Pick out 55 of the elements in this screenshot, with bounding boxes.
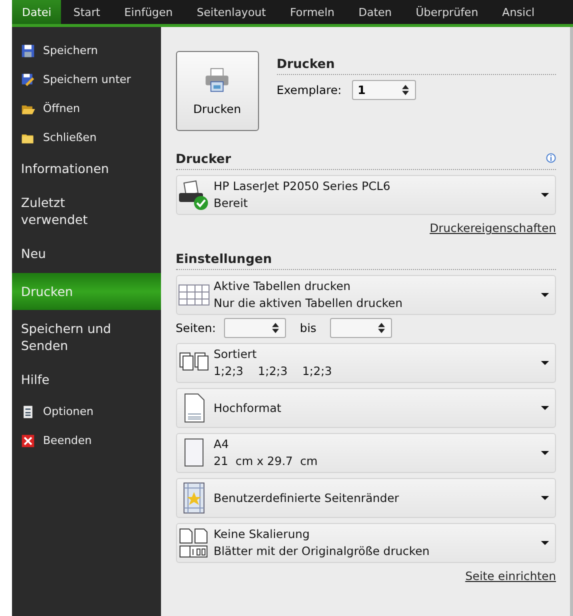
dropdown-caret-icon <box>541 293 549 297</box>
spinner-arrows-icon <box>378 322 386 334</box>
floppy-pencil-icon <box>21 72 35 86</box>
setting-dropdown[interactable]: Aktive Tabellen drucken Nur die aktiven Tabellen drucken <box>176 275 556 315</box>
dropdown-caret-icon <box>541 406 549 410</box>
copies-label: Exemplare: <box>276 83 342 97</box>
spinner-arrows-icon <box>402 84 409 96</box>
menu-item[interactable]: Neu <box>12 237 161 271</box>
ribbon-tab[interactable]: Einfügen <box>112 0 185 24</box>
setting-dropdown[interactable]: Keine Skalierung Blätter mit der Originalgröße drucken <box>176 523 556 563</box>
menu-item[interactable]: Öffnen <box>12 94 161 123</box>
setting-dropdown[interactable]: Benutzerdefinierte Seitenränder <box>176 478 556 518</box>
printer-dropdown[interactable]: HP LaserJet P2050 Series PCL6 Bereit <box>176 175 556 215</box>
info-icon[interactable] <box>546 153 556 163</box>
pages-label: Seiten: <box>176 321 216 335</box>
spinner-arrows-icon <box>272 322 279 334</box>
setting-dropdown[interactable]: Hochformat <box>176 388 556 428</box>
ribbon-tab[interactable]: Seitenlayout <box>184 0 278 24</box>
dropdown-caret-icon <box>541 451 549 455</box>
page-setup-link[interactable]: Seite einrichten <box>465 569 556 583</box>
ribbon-tab[interactable]: Start <box>61 0 112 24</box>
ribbon-tab[interactable]: Ansicl <box>490 0 547 24</box>
dropdown-caret-icon <box>541 193 549 197</box>
dropdown-caret-icon <box>541 541 549 545</box>
print-button[interactable]: Drucken <box>176 51 259 131</box>
printer-properties-link[interactable]: Druckereigenschaften <box>430 221 556 235</box>
printer-ready-icon <box>178 179 210 211</box>
copies-spinner[interactable]: 1 <box>352 80 416 100</box>
menu-item[interactable]: Speichern und Senden <box>12 312 161 363</box>
menu-item[interactable]: Beenden <box>12 426 161 455</box>
ribbon-tab[interactable]: Daten <box>346 0 404 24</box>
setting-dropdown[interactable]: A4 21 cm x 29.7 cm <box>176 433 556 473</box>
page-from-spinner[interactable] <box>224 318 286 338</box>
page-pair-icon <box>178 527 210 559</box>
printer-icon <box>203 66 232 94</box>
section-heading: Einstellungen <box>176 250 273 268</box>
setting-dropdown[interactable]: Sortiert 1;2;3 1;2;3 1;2;3 <box>176 343 556 383</box>
menu-item[interactable]: Informationen <box>12 152 161 186</box>
page-to-spinner[interactable] <box>330 318 392 338</box>
section-heading: Drucker <box>176 150 232 168</box>
menu-item[interactable]: Speichern unter <box>12 65 161 94</box>
menu-item[interactable]: Speichern <box>12 36 161 65</box>
menu-item[interactable]: Schließen <box>12 123 161 152</box>
dropdown-caret-icon <box>541 361 549 365</box>
menu-item[interactable]: Optionen <box>12 397 161 426</box>
ribbon-tab[interactable]: Formeln <box>278 0 346 24</box>
close-icon <box>21 434 35 448</box>
to-label: bis <box>300 321 316 335</box>
document-icon <box>21 404 35 418</box>
section-heading: Drucken <box>276 55 336 73</box>
ribbon-tab[interactable]: Überprüfen <box>404 0 490 24</box>
dropdown-caret-icon <box>541 496 549 500</box>
menu-item[interactable]: Hilfe <box>12 363 161 397</box>
ribbon-tab[interactable]: Datei <box>12 0 62 24</box>
menu-item[interactable]: Zuletzt verwendet <box>12 186 161 237</box>
